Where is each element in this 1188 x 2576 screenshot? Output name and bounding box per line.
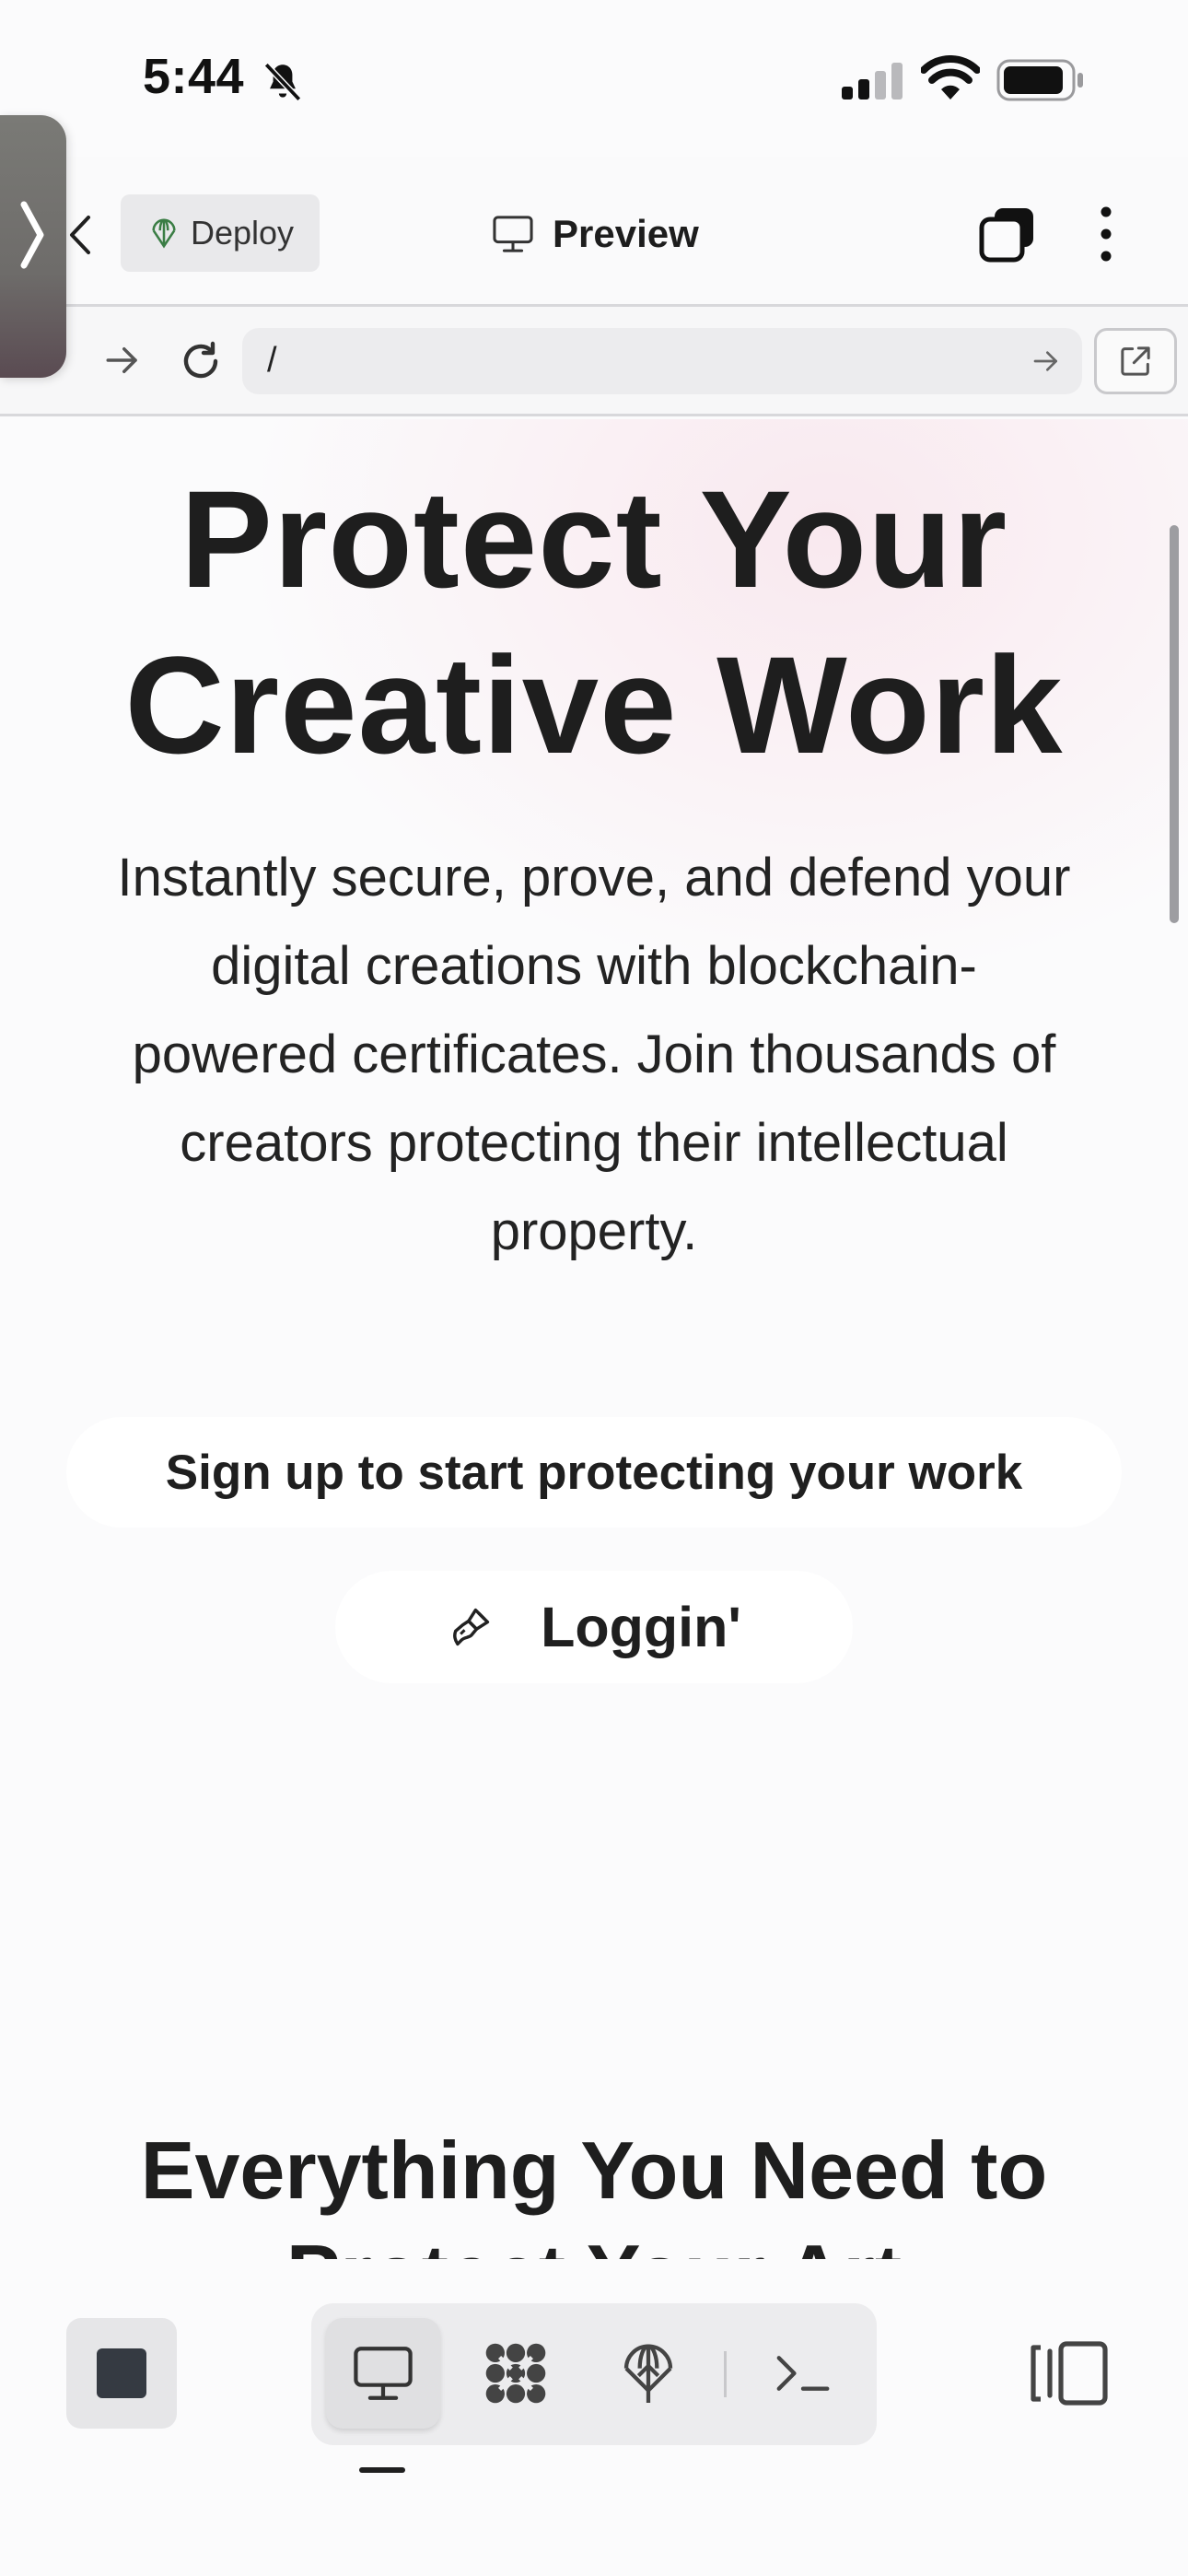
terminal-icon — [776, 2356, 830, 2391]
status-time: 5:44 — [143, 49, 245, 104]
go-arrow-icon[interactable] — [1031, 346, 1061, 376]
bell-slash-icon — [263, 62, 302, 102]
hero-subtitle-line: powered certificates. Join thousands of — [132, 1025, 1056, 1084]
split-panel-icon[interactable] — [1022, 2336, 1114, 2410]
scrollbar-thumb[interactable] — [1170, 525, 1179, 923]
chevron-right-icon — [20, 201, 44, 269]
preview-content: Protect Your Creative Work Instantly sec… — [0, 419, 1188, 2260]
hero-subtitle-line: digital creations with blockchain- — [211, 936, 977, 996]
login-label: Loggin' — [541, 1596, 741, 1658]
features-title: Everything You Need to Protect Your Art — [0, 2119, 1188, 2260]
brush-icon — [453, 1608, 490, 1646]
reload-icon[interactable] — [179, 339, 223, 383]
login-button[interactable]: Loggin' — [335, 1571, 853, 1683]
hero-subtitle-line: creators protecting their intellectual — [180, 1113, 1008, 1173]
cellular-signal-icon — [842, 63, 903, 100]
hero-subtitle: Instantly secure, prove, and defend your… — [55, 834, 1133, 1276]
battery-icon — [996, 59, 1083, 101]
more-options-icon[interactable] — [1092, 205, 1120, 263]
open-external-button[interactable] — [1094, 328, 1177, 394]
deploy-icon — [152, 218, 176, 249]
tool-deploy-button[interactable] — [591, 2318, 705, 2429]
tool-preview-button[interactable] — [326, 2318, 440, 2429]
monitor-icon — [354, 2347, 413, 2400]
wifi-icon — [921, 55, 980, 100]
active-tool-indicator — [359, 2467, 405, 2473]
stop-button[interactable] — [66, 2318, 177, 2429]
url-field[interactable] — [242, 328, 1082, 394]
forward-arrow-icon[interactable] — [103, 341, 142, 380]
url-path: / — [267, 341, 277, 380]
toolbar-divider — [724, 2351, 727, 2397]
deploy-button[interactable]: Deploy — [121, 194, 320, 272]
tool-services-button[interactable] — [459, 2318, 573, 2429]
hero-title-line: Protect Your — [180, 462, 1008, 616]
external-link-icon — [1121, 346, 1150, 376]
signup-button[interactable]: Sign up to start protecting your work — [66, 1417, 1122, 1528]
deploy-icon — [623, 2344, 673, 2403]
hero-subtitle-line: Instantly secure, prove, and defend your — [117, 848, 1071, 907]
features-title-line: Everything You Need to — [140, 2125, 1048, 2216]
hero-title: Protect Your Creative Work — [0, 456, 1188, 788]
tool-shell-button[interactable] — [746, 2318, 860, 2429]
preview-label: Preview — [553, 212, 699, 255]
hero-subtitle-line: property. — [490, 1201, 698, 1261]
hero-title-line: Creative Work — [124, 627, 1064, 782]
back-chevron-icon[interactable] — [66, 214, 94, 256]
deploy-label: Deploy — [191, 214, 295, 252]
monitor-icon — [493, 216, 533, 252]
tabs-icon[interactable] — [978, 205, 1037, 263]
stop-icon — [97, 2348, 146, 2398]
preview-title: Preview — [492, 205, 699, 263]
services-icon — [485, 2343, 546, 2404]
features-title-line: Protect Your Art — [0, 2222, 1188, 2260]
